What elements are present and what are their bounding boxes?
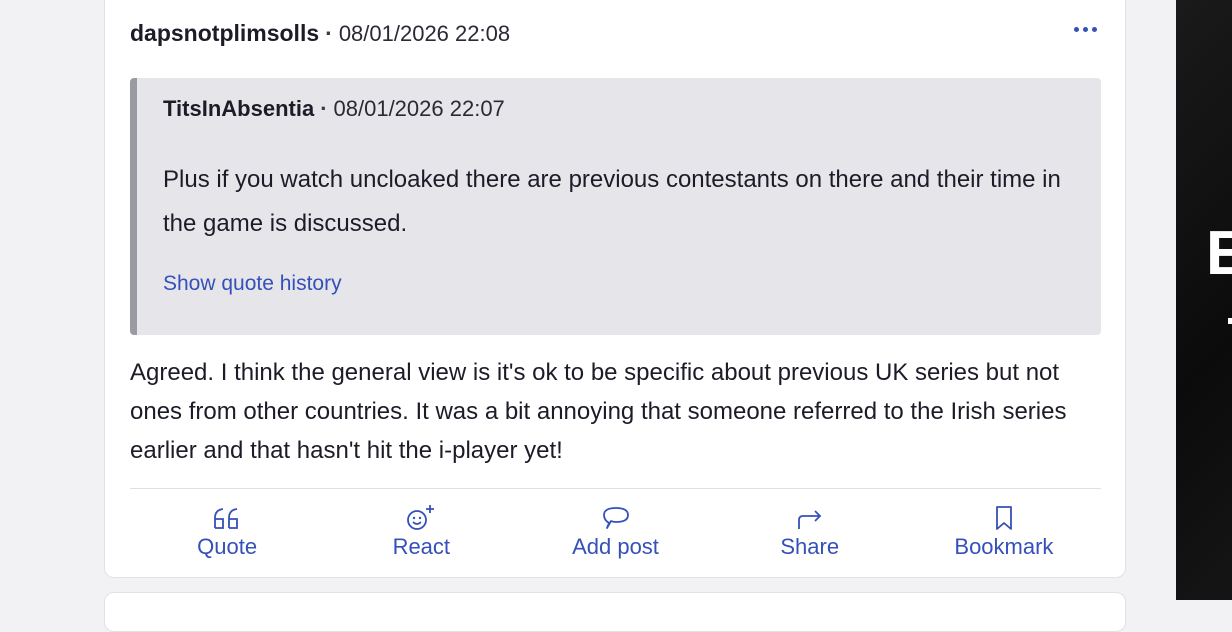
react-label: React: [392, 534, 451, 559]
quote-text: Plus if you watch uncloaked there are pr…: [163, 166, 1061, 237]
add-post-label: Add post: [572, 534, 659, 559]
react-button[interactable]: React: [324, 498, 518, 568]
header-separator: ·: [325, 20, 333, 46]
more-dot-icon: [1082, 26, 1088, 32]
next-post-card: [104, 592, 1126, 632]
bookmark-button[interactable]: Bookmark: [907, 498, 1101, 568]
post-author[interactable]: dapsnotplimsolls: [130, 20, 319, 47]
post-timestamp[interactable]: 08/01/2026 22:08: [339, 21, 510, 47]
more-dot-icon: [1073, 26, 1079, 32]
side-image-letter: E: [1206, 219, 1232, 288]
side-advert-image[interactable]: E: [1176, 0, 1232, 600]
more-dot-icon: [1091, 26, 1097, 32]
share-button[interactable]: Share: [713, 498, 907, 568]
quote-timestamp[interactable]: 08/01/2026 22:07: [334, 96, 505, 122]
add-post-button[interactable]: Add post: [518, 498, 712, 568]
post-header: dapsnotplimsolls · 08/01/2026 22:08: [130, 20, 510, 48]
quote-header: TitsInAbsentia · 08/01/2026 22:07: [163, 96, 505, 122]
share-arrow-icon: [795, 498, 825, 532]
quote-label: Quote: [197, 534, 258, 559]
more-options-button[interactable]: [1068, 16, 1102, 42]
speech-bubble-icon: [601, 498, 631, 532]
quote-button[interactable]: Quote: [130, 498, 324, 568]
action-divider: [130, 488, 1101, 489]
share-label: Share: [780, 534, 840, 559]
side-image-mark: [1228, 318, 1232, 324]
show-quote-history-link[interactable]: Show quote history: [163, 272, 342, 296]
quote-author[interactable]: TitsInAbsentia: [163, 96, 314, 122]
bookmark-label: Bookmark: [954, 534, 1054, 559]
post-body: Agreed. I think the general view is it's…: [130, 359, 1067, 464]
react-emoji-icon: [405, 498, 437, 532]
post-actions: Quote React Add post Share Bookmark: [130, 498, 1101, 568]
quote-separator: ·: [320, 96, 328, 121]
bookmark-icon: [992, 498, 1016, 532]
quote-icon: [212, 498, 242, 532]
